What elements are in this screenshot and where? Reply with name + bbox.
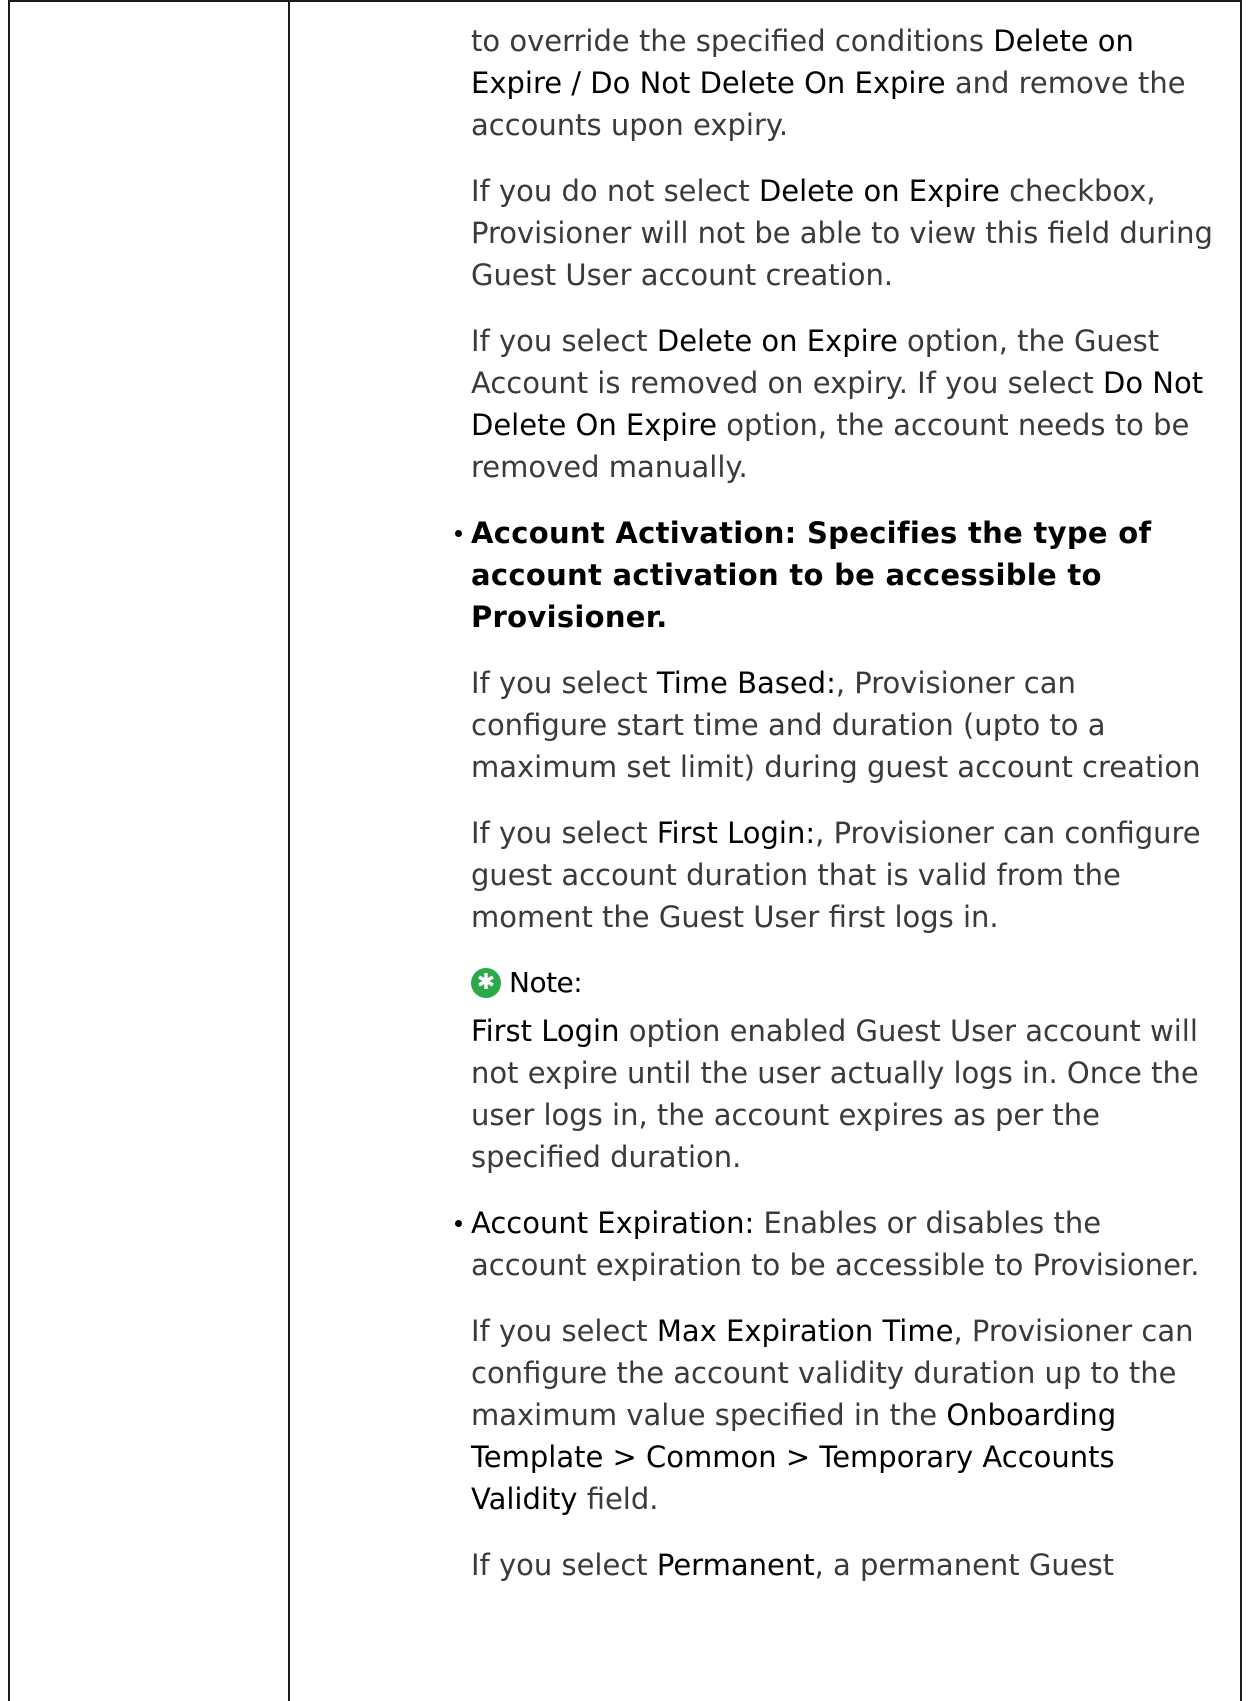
option-delete-on-expire: Delete on Expire <box>656 324 898 358</box>
note-icon: ✱ <box>471 968 501 998</box>
paragraph-permanent: If you select Permanent, a permanent Gue… <box>471 1548 1115 1582</box>
note-heading: ✱ Note: <box>471 962 1216 1004</box>
paragraph-max-expiration: If you select Max Expiration Time, Provi… <box>471 1314 1194 1516</box>
option-permanent: Permanent <box>656 1548 815 1582</box>
bullet-icon <box>455 1220 462 1227</box>
option-delete-on-expire: Delete on Expire <box>758 174 1000 208</box>
list-item-account-expiration: Account Expiration: Enables or disables … <box>455 1202 1216 1286</box>
option-max-expiration: Max Expiration Time <box>656 1314 954 1348</box>
option-time-based: Time Based: <box>656 666 836 700</box>
paragraph-delete-options: If you select Delete on Expire option, t… <box>471 324 1204 484</box>
paragraph-not-selected: If you do not select Delete on Expire ch… <box>471 174 1213 292</box>
list-item-account-activation: Account Activation: Specifies the type o… <box>455 512 1216 638</box>
option-first-login: First Login: <box>656 816 816 850</box>
paragraph-override: to override the specified conditions Del… <box>471 24 1186 142</box>
description-cell: to override the specified conditions Del… <box>455 20 1216 1610</box>
paragraph-time-based: If you select Time Based:, Provisioner c… <box>471 666 1201 784</box>
paragraph-first-login: If you select First Login:, Provisioner … <box>471 816 1201 934</box>
bullet-icon <box>455 530 462 537</box>
table-column-divider <box>288 0 290 1701</box>
option-first-login: First Login <box>471 1014 620 1048</box>
note-body: First Login option enabled Guest User ac… <box>471 1014 1199 1174</box>
